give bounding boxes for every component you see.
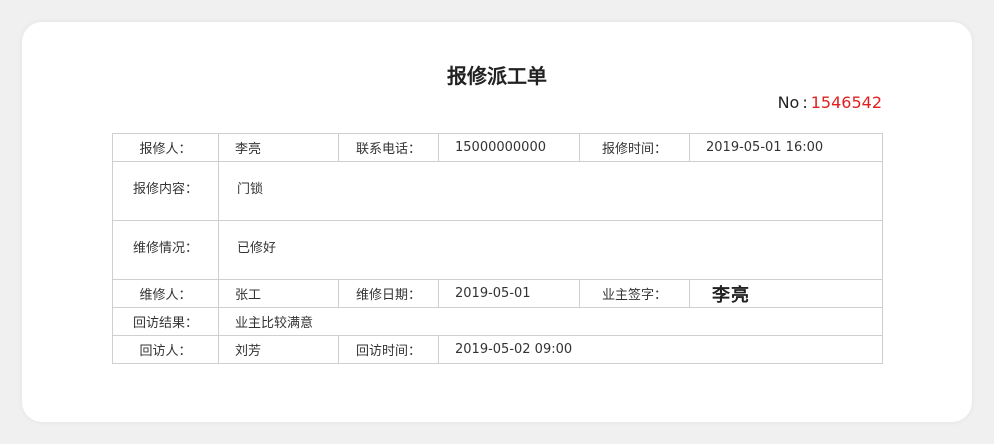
table-row: 回访结果： 业主比较满意 bbox=[112, 307, 883, 336]
order-number: No:1546542 bbox=[778, 93, 882, 112]
repairer-value: 张工 bbox=[218, 279, 339, 308]
content-label: 报修内容： bbox=[112, 161, 219, 221]
table-row: 报修内容： 门锁 bbox=[112, 161, 883, 221]
followup-time-value: 2019-05-02 09:00 bbox=[438, 335, 883, 364]
order-number-value: 1546542 bbox=[810, 93, 882, 112]
repairer-label: 维修人： bbox=[112, 279, 219, 308]
followup-person-label: 回访人： bbox=[112, 335, 219, 364]
work-order-card: 报修派工单 No:1546542 报修人： 李亮 联系电话： 150000000… bbox=[22, 22, 972, 422]
content-value: 门锁 bbox=[218, 161, 883, 221]
phone-value: 15000000000 bbox=[438, 133, 580, 162]
report-time-value: 2019-05-01 16:00 bbox=[689, 133, 883, 162]
order-number-separator: : bbox=[802, 93, 808, 112]
followup-result-value: 业主比较满意 bbox=[218, 307, 883, 336]
status-value: 已修好 bbox=[218, 220, 883, 280]
order-number-label: No bbox=[777, 93, 800, 112]
owner-signature-cell: 李亮 bbox=[689, 279, 883, 308]
status-label: 维修情况： bbox=[112, 220, 219, 280]
table-row: 报修人： 李亮 联系电话： 15000000000 报修时间： 2019-05-… bbox=[112, 133, 883, 162]
table-row: 维修人： 张工 维修日期： 2019-05-01 业主签字： 李亮 bbox=[112, 279, 883, 308]
followup-time-label: 回访时间： bbox=[338, 335, 439, 364]
report-time-label: 报修时间： bbox=[579, 133, 690, 162]
phone-label: 联系电话： bbox=[338, 133, 439, 162]
followup-person-value: 刘芳 bbox=[218, 335, 339, 364]
repair-date-label: 维修日期： bbox=[338, 279, 439, 308]
followup-result-label: 回访结果： bbox=[112, 307, 219, 336]
reporter-label: 报修人： bbox=[112, 133, 219, 162]
owner-sign-label: 业主签字： bbox=[579, 279, 690, 308]
table-row: 维修情况： 已修好 bbox=[112, 220, 883, 280]
table-row: 回访人： 刘芳 回访时间： 2019-05-02 09:00 bbox=[112, 335, 883, 364]
reporter-value: 李亮 bbox=[218, 133, 339, 162]
page-title: 报修派工单 bbox=[447, 64, 547, 88]
owner-signature: 李亮 bbox=[712, 284, 750, 306]
work-order-table: 报修人： 李亮 联系电话： 15000000000 报修时间： 2019-05-… bbox=[112, 133, 883, 364]
repair-date-value: 2019-05-01 bbox=[438, 279, 580, 308]
